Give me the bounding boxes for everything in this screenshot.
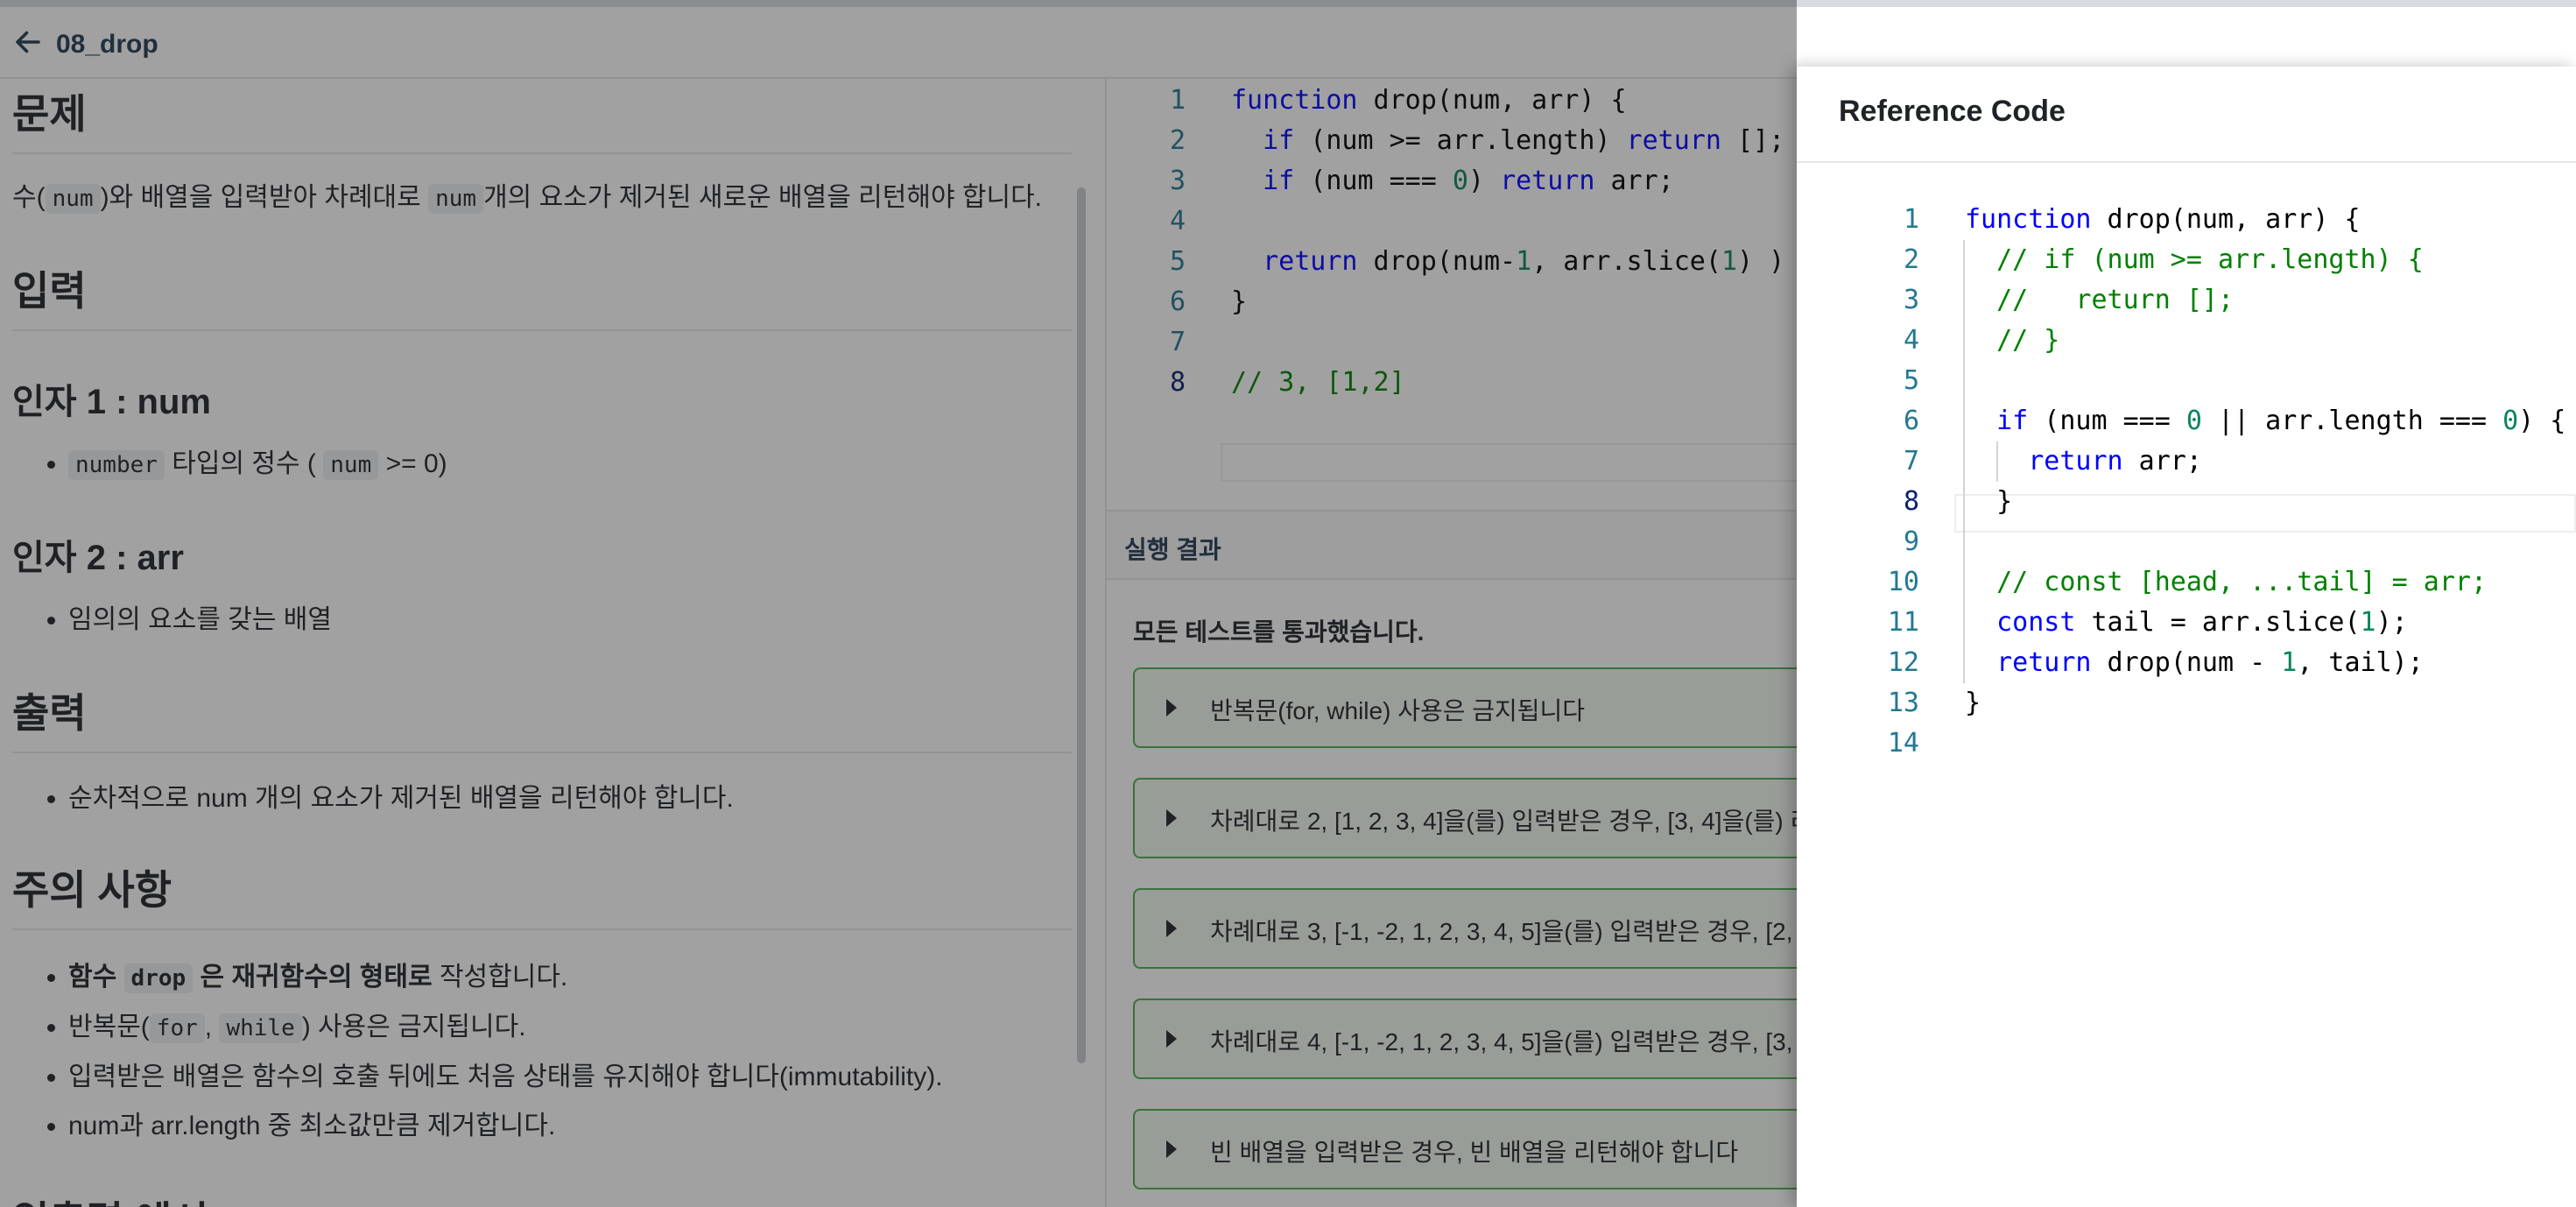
modal-header: Reference Code: [1797, 67, 2576, 163]
code-line[interactable]: 14: [1797, 723, 2576, 764]
code-line[interactable]: 1 function drop(num, arr) {: [1797, 200, 2576, 240]
code-line[interactable]: 6 if (num === 0 || arr.length === 0) {: [1797, 401, 2576, 441]
modal-title: Reference Code: [1839, 95, 2066, 128]
code-line[interactable]: 11 const tail = arr.slice(1);: [1797, 603, 2576, 643]
code-line[interactable]: 12 return drop(num - 1, tail);: [1797, 643, 2576, 683]
code-line[interactable]: 9: [1797, 522, 2576, 562]
code-line[interactable]: 13}: [1797, 683, 2576, 723]
code-line[interactable]: 7 return arr;: [1797, 441, 2576, 482]
modal-backdrop[interactable]: [0, 0, 1797, 1207]
code-line[interactable]: 3 // return [];: [1797, 280, 2576, 321]
code-line[interactable]: 2 // if (num >= arr.length) {: [1797, 240, 2576, 280]
code-line[interactable]: 5: [1797, 361, 2576, 401]
code-line[interactable]: 4 // }: [1797, 321, 2576, 361]
code-line[interactable]: 10 // const [head, ...tail] = arr;: [1797, 562, 2576, 603]
reference-code-modal: Reference Code 1 function drop(num, arr) …: [1797, 67, 2576, 1207]
reference-code-viewer[interactable]: 1 function drop(num, arr) { 2 // if (num …: [1797, 200, 2576, 900]
code-line[interactable]: 8 }: [1797, 482, 2576, 522]
